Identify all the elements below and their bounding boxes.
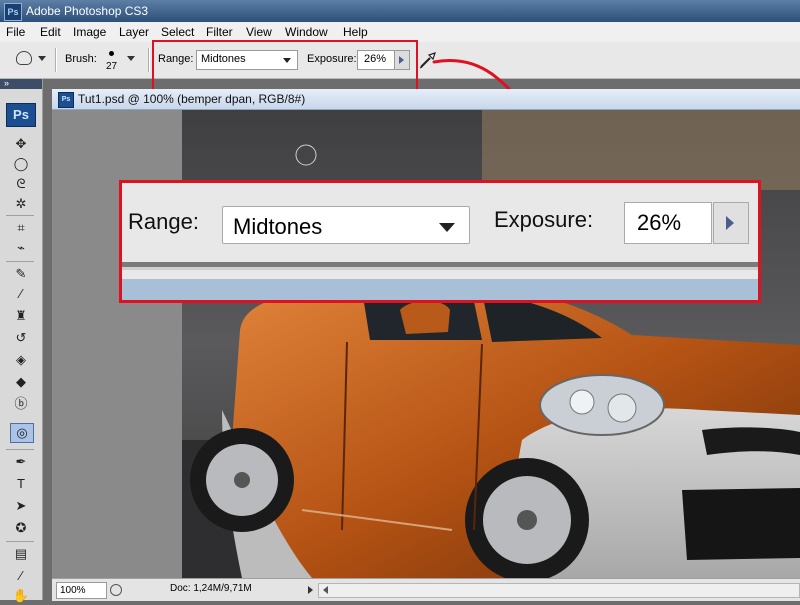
crop-tool-icon[interactable]: ⌗ — [12, 219, 30, 237]
brush-label: Brush: — [65, 53, 97, 65]
eyedropper-tool-icon[interactable]: ⁄ — [12, 567, 30, 585]
callout-range-label: Range: — [128, 209, 199, 234]
callout-range-value: Midtones — [233, 214, 323, 239]
separator — [6, 215, 34, 216]
hand-tool-icon[interactable]: ✋ — [12, 587, 30, 605]
highlight-box — [152, 40, 418, 94]
document-title: Tut1.psd @ 100% (bemper dpan, RGB/8#) — [78, 92, 306, 106]
slice-tool-icon[interactable]: ⌁ — [12, 239, 30, 257]
magic-wand-tool-icon[interactable]: ✲ — [12, 195, 30, 213]
history-brush-tool-icon[interactable]: ↺ — [12, 329, 30, 347]
separator — [6, 541, 34, 542]
app-title-bar: Ps Adobe Photoshop CS3 — [0, 0, 800, 22]
zoom-callout: Range: Midtones Exposure: 26% — [119, 180, 761, 303]
photoshop-logo[interactable]: Ps — [6, 103, 36, 127]
menu-edit[interactable]: Edit — [40, 25, 61, 39]
move-tool-icon[interactable]: ✥ — [12, 135, 30, 153]
separator — [148, 48, 150, 72]
document-title-bar[interactable]: Ps Tut1.psd @ 100% (bemper dpan, RGB/8#) — [52, 89, 800, 110]
blur-tool-icon[interactable]: ⓑ — [12, 395, 30, 413]
type-tool-icon[interactable]: T — [12, 475, 30, 493]
menu-help[interactable]: Help — [343, 25, 368, 39]
menu-layer[interactable]: Layer — [119, 25, 149, 39]
photoshop-app-icon: Ps — [4, 3, 22, 21]
separator — [6, 449, 34, 450]
tool-preset-picker[interactable] — [10, 50, 50, 70]
dodge-tool-icon — [16, 51, 32, 65]
custom-shape-tool-icon[interactable]: ✪ — [12, 519, 30, 537]
path-selection-tool-icon[interactable]: ➤ — [12, 497, 30, 515]
pen-tool-icon[interactable]: ✒ — [12, 453, 30, 471]
callout-range-select: Midtones — [222, 206, 470, 244]
menu-filter[interactable]: Filter — [206, 25, 233, 39]
brush-picker-chevron-icon[interactable] — [127, 56, 135, 61]
app-title: Adobe Photoshop CS3 — [26, 4, 149, 18]
document-icon: Ps — [58, 92, 74, 108]
menu-window[interactable]: Window — [285, 25, 328, 39]
separator — [55, 48, 57, 72]
menu-image[interactable]: Image — [73, 25, 106, 39]
eraser-tool-icon[interactable]: ◈ — [12, 351, 30, 369]
callout-exposure-input: 26% — [624, 202, 712, 244]
brush-size: 27 — [106, 61, 118, 72]
brush-preview-icon[interactable] — [109, 51, 114, 56]
separator — [6, 261, 34, 262]
callout-exposure-slider-button — [713, 202, 749, 244]
chevron-down-icon — [439, 223, 455, 232]
menu-select[interactable]: Select — [161, 25, 194, 39]
document-window: Ps Tut1.psd @ 100% (bemper dpan, RGB/8#) — [52, 89, 800, 601]
clone-stamp-tool-icon[interactable]: ♜ — [12, 307, 30, 325]
status-menu-arrow-icon[interactable] — [308, 586, 313, 594]
brush-tool-icon[interactable]: ∕ — [12, 285, 30, 303]
paint-bucket-tool-icon[interactable]: ◆ — [12, 373, 30, 391]
menu-file[interactable]: File — [6, 25, 25, 39]
healing-brush-tool-icon[interactable]: ✎ — [12, 265, 30, 283]
lasso-tool-icon[interactable]: ᘓ — [12, 175, 30, 193]
status-bar: 100% Doc: 1,24M/9,71M — [52, 578, 800, 601]
callout-title-strip — [122, 279, 758, 300]
horizontal-scrollbar[interactable] — [318, 583, 800, 598]
callout-exposure-label: Exposure: — [494, 207, 594, 232]
document-size-info: Doc: 1,24M/9,71M — [170, 583, 252, 594]
status-info-icon[interactable] — [110, 584, 122, 596]
zoom-level-field[interactable]: 100% — [56, 582, 107, 599]
menu-view[interactable]: View — [246, 25, 272, 39]
callout-divider — [122, 267, 758, 270]
dodge-tool-icon[interactable]: ◎ — [10, 423, 34, 443]
tools-panel: » Ps ✥ ◯ ᘓ ✲ ⌗ ⌁ ✎ ∕ ♜ ↺ ◈ ◆ ⓑ ◎ ✒ T ➤ ✪… — [0, 78, 43, 603]
chevron-down-icon — [38, 56, 46, 61]
callout-exposure-value: 26% — [637, 210, 682, 235]
notes-tool-icon[interactable]: ▤ — [12, 545, 30, 563]
panel-grip[interactable]: » — [0, 78, 42, 89]
marquee-tool-icon[interactable]: ◯ — [12, 155, 30, 173]
